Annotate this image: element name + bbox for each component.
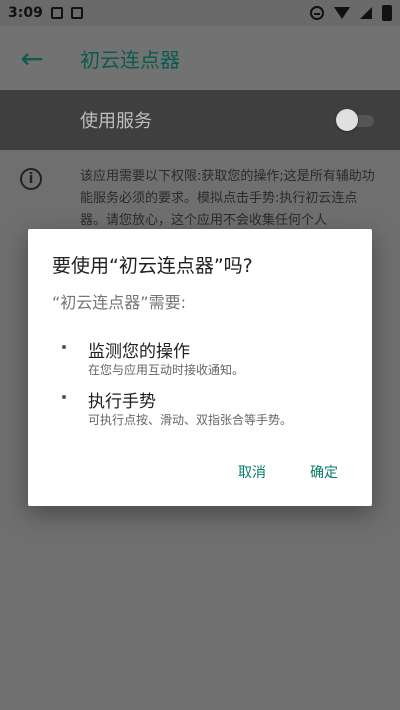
dialog-title: 要使用“初云连点器”吗? <box>52 255 253 277</box>
service-switch[interactable] <box>336 109 376 131</box>
signal-icon <box>360 7 372 19</box>
permission-info-text: 该应用需要以下权限:获取您的操作;这是所有辅助功能服务必须的要求。模拟点击手势:… <box>80 169 375 228</box>
a-icon <box>70 7 83 19</box>
info-icon: i <box>20 168 42 190</box>
bullet-icon <box>62 395 66 399</box>
service-label: 使用服务 <box>80 111 152 132</box>
status-time: 3:09 <box>8 5 43 21</box>
ok-button[interactable]: 确定 <box>310 462 338 482</box>
dialog-item-desc: 在您与应用互动时接收通知。 <box>88 363 245 377</box>
cancel-button[interactable]: 取消 <box>238 462 266 482</box>
image-icon <box>50 7 63 19</box>
service-toggle-row[interactable]: 使用服务 <box>0 90 400 150</box>
do-not-disturb-icon <box>310 6 324 20</box>
status-bar: 3:09 <box>0 0 400 26</box>
status-left: 3:09 <box>8 5 83 21</box>
battery-icon <box>382 5 392 21</box>
permission-dialog: 要使用“初云连点器”吗? “初云连点器”需要: 监测您的操作 在您与应用互动时接… <box>28 229 372 506</box>
bullet-icon <box>62 345 66 349</box>
dialog-subtitle: “初云连点器”需要: <box>52 293 186 312</box>
wifi-icon <box>334 7 350 19</box>
app-bar: ← 初云连点器 <box>0 26 400 90</box>
dialog-item-title: 监测您的操作 <box>88 342 190 362</box>
permission-info: i 该应用需要以下权限:获取您的操作;这是所有辅助功能服务必须的要求。模拟点击手… <box>0 160 400 240</box>
switch-thumb <box>336 109 358 131</box>
arrow-left-icon[interactable]: ← <box>0 26 64 90</box>
status-right <box>310 5 392 21</box>
dialog-item-desc: 可执行点按、滑动、双指张合等手势。 <box>88 413 293 427</box>
dialog-item-title: 执行手势 <box>88 392 156 412</box>
page-title: 初云连点器 <box>80 47 180 72</box>
